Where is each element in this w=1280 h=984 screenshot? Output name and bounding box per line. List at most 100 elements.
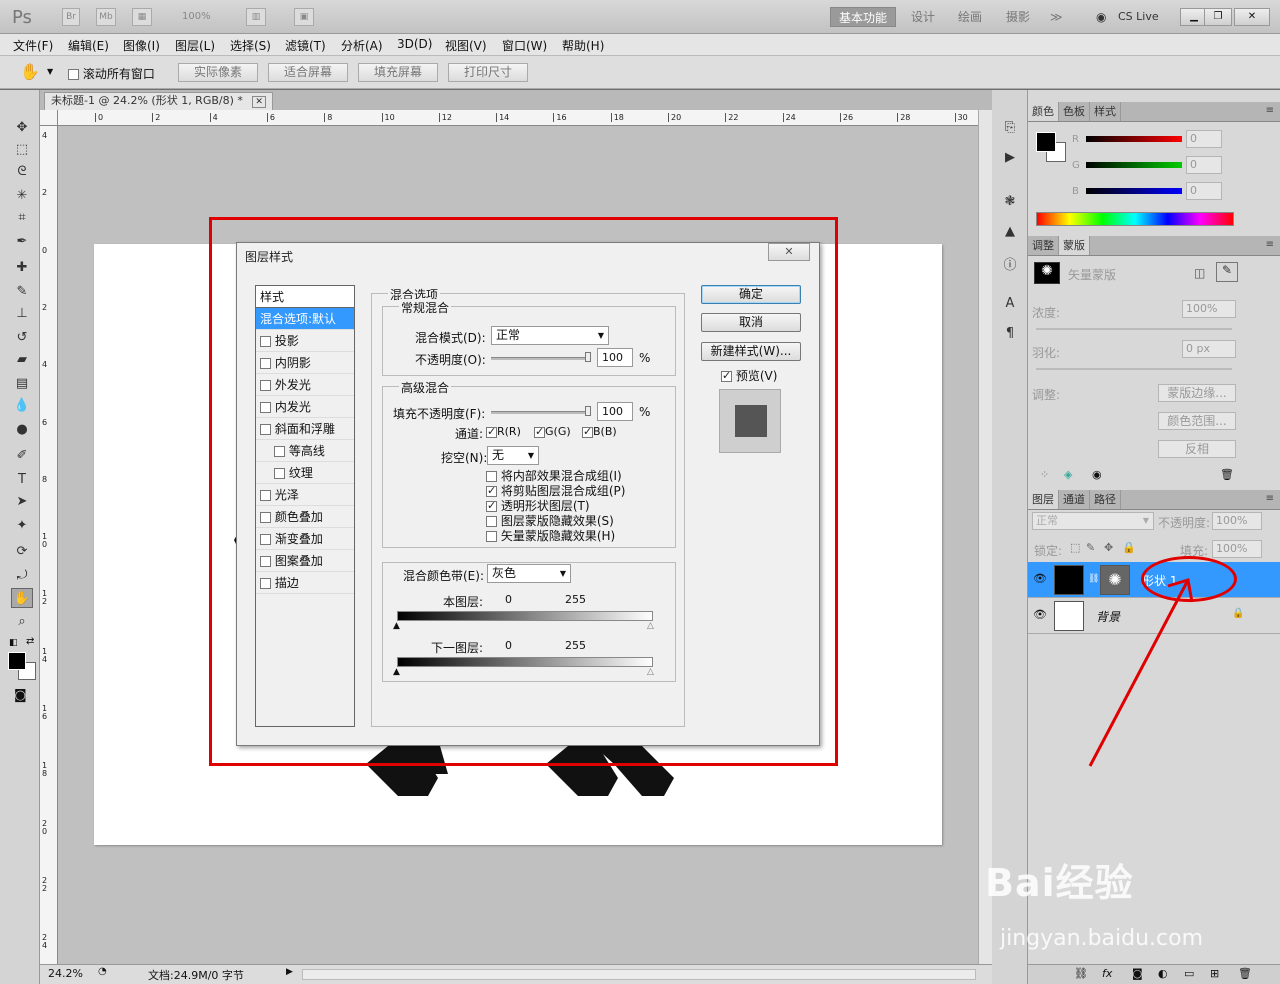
tab-adjustments[interactable]: 调整 [1028, 236, 1059, 255]
menu-edit[interactable]: 编辑(E) [68, 37, 109, 54]
character-panel-icon[interactable]: A [1000, 296, 1020, 314]
vector-mask-hides-effects-checkbox[interactable] [486, 531, 497, 542]
style-inner-shadow[interactable]: 内阴影 [256, 352, 354, 374]
marquee-tool-icon[interactable]: ⬚ [11, 140, 33, 160]
invert-button[interactable]: 反相 [1158, 440, 1236, 458]
red-channel-slider[interactable] [1086, 136, 1182, 142]
menu-help[interactable]: 帮助(H) [562, 37, 604, 54]
info-panel-icon[interactable]: ⓘ [1000, 254, 1020, 273]
lock-pixels-icon[interactable]: ✎ [1086, 541, 1095, 554]
blend-clipped-layers-checkbox[interactable] [486, 484, 497, 497]
menu-view[interactable]: 视图(V) [445, 37, 487, 54]
tab-masks[interactable]: 蒙版 [1059, 236, 1090, 255]
actions-panel-icon[interactable]: ▶ [1000, 150, 1020, 168]
fill-opacity-slider[interactable] [491, 406, 591, 416]
mask-edge-button[interactable]: 蒙版边缘... [1158, 384, 1236, 402]
workspace-photography[interactable]: 摄影 [998, 7, 1038, 27]
underlying-gradient-bar[interactable] [397, 657, 653, 667]
channel-r-option[interactable]: R(R) [486, 425, 521, 438]
this-layer-gradient-bar[interactable] [397, 611, 653, 621]
style-blending-options[interactable]: 混合选项:默认 [256, 308, 354, 330]
style-gradient-overlay[interactable]: 渐变叠加 [256, 528, 354, 550]
add-layer-style-icon[interactable]: fx [1102, 967, 1112, 980]
new-layer-icon[interactable]: ⊞ [1210, 967, 1219, 980]
tab-layers[interactable]: 图层 [1028, 490, 1059, 509]
delete-mask-icon[interactable]: 🗑 [1220, 468, 1234, 481]
color-spectrum-bar[interactable] [1036, 212, 1234, 226]
dialog-close-button[interactable]: ✕ [768, 243, 810, 261]
pixel-mask-button-icon[interactable]: ◫ [1194, 266, 1205, 280]
menu-filter[interactable]: 滤镜(T) [285, 37, 326, 54]
channel-b-option[interactable]: B(B) [582, 425, 617, 438]
menu-image[interactable]: 图像(I) [123, 37, 160, 54]
quick-mask-icon[interactable]: ◙ [14, 688, 27, 703]
zoom-tool-icon[interactable]: ⌕ [11, 612, 33, 632]
tab-channels[interactable]: 通道 [1059, 490, 1090, 509]
dodge-tool-icon[interactable]: ● [11, 420, 33, 440]
color-range-button[interactable]: 颜色范围... [1158, 412, 1236, 430]
menu-file[interactable]: 文件(F) [13, 37, 53, 54]
menu-analysis[interactable]: 分析(A) [341, 37, 383, 54]
more-workspaces-button[interactable]: ≫ [1042, 7, 1071, 27]
type-tool-icon[interactable]: T [11, 470, 33, 490]
density-input[interactable]: 100% [1182, 300, 1236, 318]
zoom-level-dropdown[interactable]: 100% [182, 11, 211, 22]
3d-panel-icon[interactable]: ❃ [1000, 194, 1020, 212]
clone-stamp-tool-icon[interactable]: ⊥ [11, 304, 33, 324]
workspace-painting[interactable]: 绘画 [950, 7, 990, 27]
3d-orbit-tool-icon[interactable]: ⤾ [11, 566, 33, 586]
blue-channel-input[interactable]: 0 [1186, 182, 1222, 200]
panel-foreground-swatch[interactable] [1036, 132, 1056, 152]
brush-tool-icon[interactable]: ✎ [11, 282, 33, 302]
new-adjustment-layer-icon[interactable]: ◐ [1158, 967, 1168, 980]
custom-shape-tool-icon[interactable]: ✦ [11, 516, 33, 536]
preset-dropdown-icon[interactable]: ▼ [47, 67, 53, 76]
fit-screen-button[interactable]: 适合屏幕 [268, 63, 348, 82]
status-menu-arrow-icon[interactable]: ▶ [286, 967, 293, 977]
cancel-button[interactable]: 取消 [701, 313, 801, 332]
hand-tool-preset-icon[interactable]: ✋ [20, 62, 40, 81]
this-layer-white-slider-icon[interactable]: △ [647, 621, 654, 631]
channel-g-option[interactable]: G(G) [534, 425, 571, 438]
actual-pixels-button[interactable]: 实际像素 [178, 63, 258, 82]
link-layers-icon[interactable]: ⛓ [1074, 967, 1088, 980]
vertical-ruler[interactable]: 4 2 0 2 4 6 8 1 0 1 2 1 4 1 6 1 8 2 0 2 2 2 4 [40, 126, 58, 964]
style-pattern-overlay[interactable]: 图案叠加 [256, 550, 354, 572]
vertical-scrollbar[interactable] [978, 110, 992, 964]
horizontal-ruler[interactable]: 0 2 4 6 8 10 12 14 16 18 20 22 24 26 28 30 [58, 110, 978, 126]
default-colors-icon[interactable]: ◧ [9, 638, 18, 648]
lock-position-icon[interactable]: ✥ [1104, 541, 1113, 554]
opacity-slider[interactable] [491, 352, 591, 362]
foreground-color-swatch[interactable] [8, 652, 26, 670]
style-contour[interactable]: 等高线 [256, 440, 354, 462]
style-satin[interactable]: 光泽 [256, 484, 354, 506]
opacity-input[interactable]: 100 [597, 348, 633, 367]
apply-mask-icon[interactable]: ◈ [1064, 468, 1072, 481]
tab-paths[interactable]: 路径 [1090, 490, 1121, 509]
move-tool-icon[interactable]: ✥ [11, 118, 33, 138]
vector-mask-button-icon[interactable]: ✎ [1216, 262, 1238, 282]
print-size-button[interactable]: 打印尺寸 [448, 63, 528, 82]
vector-mask-hides-effects-option[interactable]: 矢量蒙版隐藏效果(H) [486, 527, 615, 544]
screen-mode-icon[interactable]: ▣ [294, 8, 314, 26]
menu-window[interactable]: 窗口(W) [502, 37, 547, 54]
hand-tool-icon[interactable]: ✋ [11, 588, 33, 608]
preview-checkbox[interactable] [721, 369, 732, 382]
tab-color[interactable]: 颜色 [1028, 102, 1059, 121]
histogram-panel-icon[interactable]: ▲ [1000, 224, 1020, 242]
feather-input[interactable]: 0 px [1182, 340, 1236, 358]
ruler-origin[interactable] [40, 110, 58, 126]
workspace-design[interactable]: 设计 [903, 7, 943, 27]
scroll-all-checkbox[interactable] [68, 69, 79, 80]
swap-colors-icon[interactable]: ⇄ [26, 636, 34, 647]
layer-opacity-input[interactable]: 100% [1212, 512, 1262, 530]
paragraph-panel-icon[interactable]: ¶ [1000, 326, 1020, 344]
menu-3d[interactable]: 3D(D) [397, 37, 432, 51]
style-drop-shadow[interactable]: 投影 [256, 330, 354, 352]
pen-tool-icon[interactable]: ✐ [11, 446, 33, 466]
menu-select[interactable]: 选择(S) [230, 37, 271, 54]
layer-visibility-eye-icon[interactable]: 👁 [1032, 608, 1048, 624]
preview-option[interactable]: 预览(V) [721, 367, 777, 384]
healing-brush-tool-icon[interactable]: ✚ [11, 258, 33, 278]
tab-swatches[interactable]: 色板 [1059, 102, 1090, 121]
